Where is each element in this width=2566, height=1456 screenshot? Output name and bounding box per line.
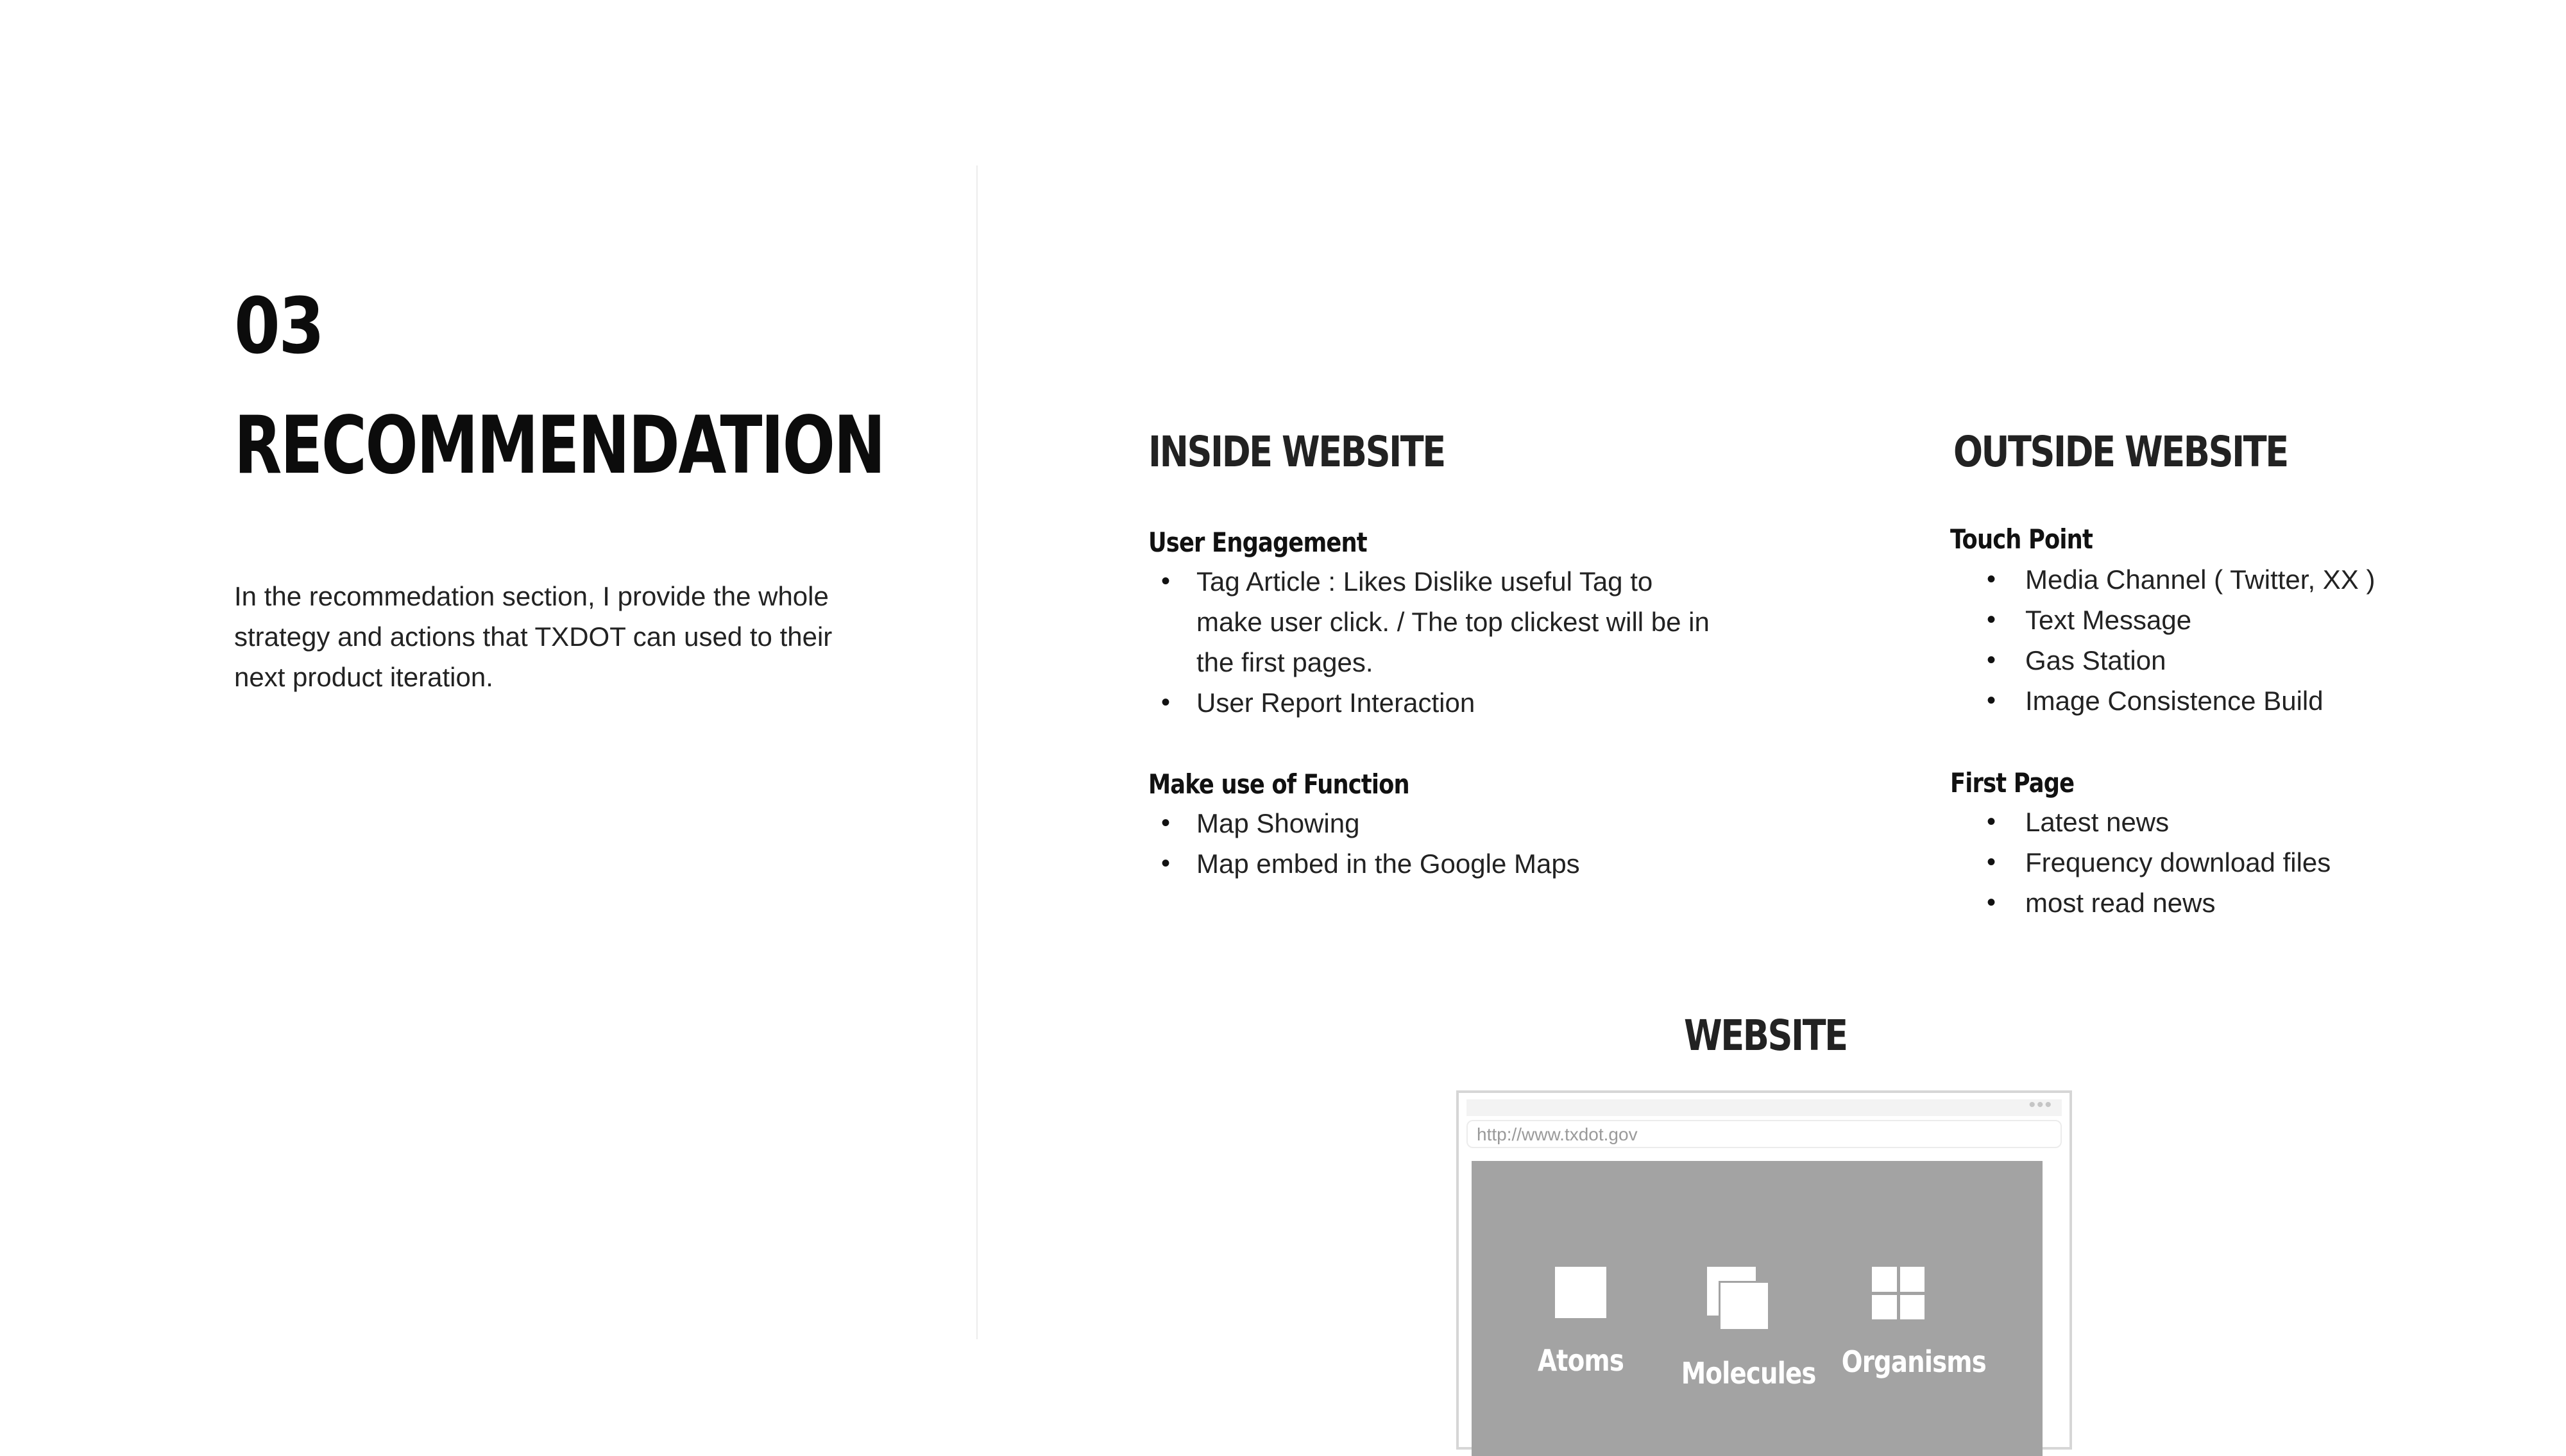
intro-line: next product iteration. (234, 662, 493, 692)
function-list: Map Showing Map embed in the Google Maps (1148, 803, 1726, 884)
section-title: RECOMMENDATION (234, 400, 886, 492)
grid-squares-icon (1872, 1267, 1924, 1319)
list-item: Map embed in the Google Maps (1148, 843, 1726, 884)
intro-paragraph: In the recommedation section, I provide … (234, 576, 876, 697)
list-item: Map Showing (1148, 803, 1726, 843)
molecules-label: Molecules (1681, 1356, 1817, 1391)
website-content-area: Atoms Molecules Organisms (1472, 1161, 2043, 1456)
url-text: http://www.txdot.gov (1477, 1124, 1638, 1144)
intro-line: strategy and actions that TXDOT can used… (234, 622, 833, 652)
vertical-divider (976, 165, 978, 1339)
list-item: Latest news (1987, 802, 2564, 842)
organisms-component: Organisms (1831, 1267, 1987, 1380)
organisms-label: Organisms (1841, 1344, 1987, 1379)
list-item: most read news (1987, 883, 2564, 923)
user-engagement-list: Tag Article : Likes Dislike useful Tag t… (1148, 561, 1726, 723)
list-item: Gas Station (1987, 640, 2564, 681)
inside-website-heading: INSIDE WEBSITE (1148, 427, 1446, 477)
make-use-of-function-heading: Make use of Function (1148, 768, 1410, 800)
stacked-squares-icon (1707, 1267, 1770, 1331)
molecules-component: Molecules (1670, 1267, 1817, 1391)
atoms-label: Atoms (1537, 1343, 1624, 1378)
section-number: 03 (234, 282, 325, 371)
user-engagement-heading: User Engagement (1148, 527, 1368, 558)
window-dots-icon: ••• (2028, 1094, 2053, 1115)
list-item: Frequency download files (1987, 842, 2564, 883)
website-heading: WEBSITE (1684, 1011, 1848, 1060)
intro-line: In the recommedation section, I provide … (234, 581, 829, 611)
list-item: Tag Article : Likes Dislike useful Tag t… (1148, 561, 1726, 682)
first-page-list: Latest news Frequency download files mos… (1987, 802, 2564, 923)
address-bar: http://www.txdot.gov (1466, 1120, 2062, 1148)
single-square-icon (1555, 1267, 1606, 1318)
list-item: Image Consistence Build (1987, 681, 2564, 721)
atoms-component: Atoms (1523, 1267, 1638, 1378)
list-item: Text Message (1987, 600, 2564, 640)
outside-website-heading: OUTSIDE WEBSITE (1953, 427, 2289, 477)
list-item: User Report Interaction (1148, 682, 1726, 723)
list-item: Media Channel ( Twitter, XX ) (1987, 559, 2564, 600)
browser-title-bar: ••• (1466, 1094, 2062, 1116)
touch-point-heading: Touch Point (1950, 523, 2093, 555)
first-page-heading: First Page (1950, 767, 2075, 799)
browser-mockup: ••• http://www.txdot.gov Atoms Molecules… (1456, 1090, 2072, 1456)
touch-point-list: Media Channel ( Twitter, XX ) Text Messa… (1987, 559, 2564, 721)
